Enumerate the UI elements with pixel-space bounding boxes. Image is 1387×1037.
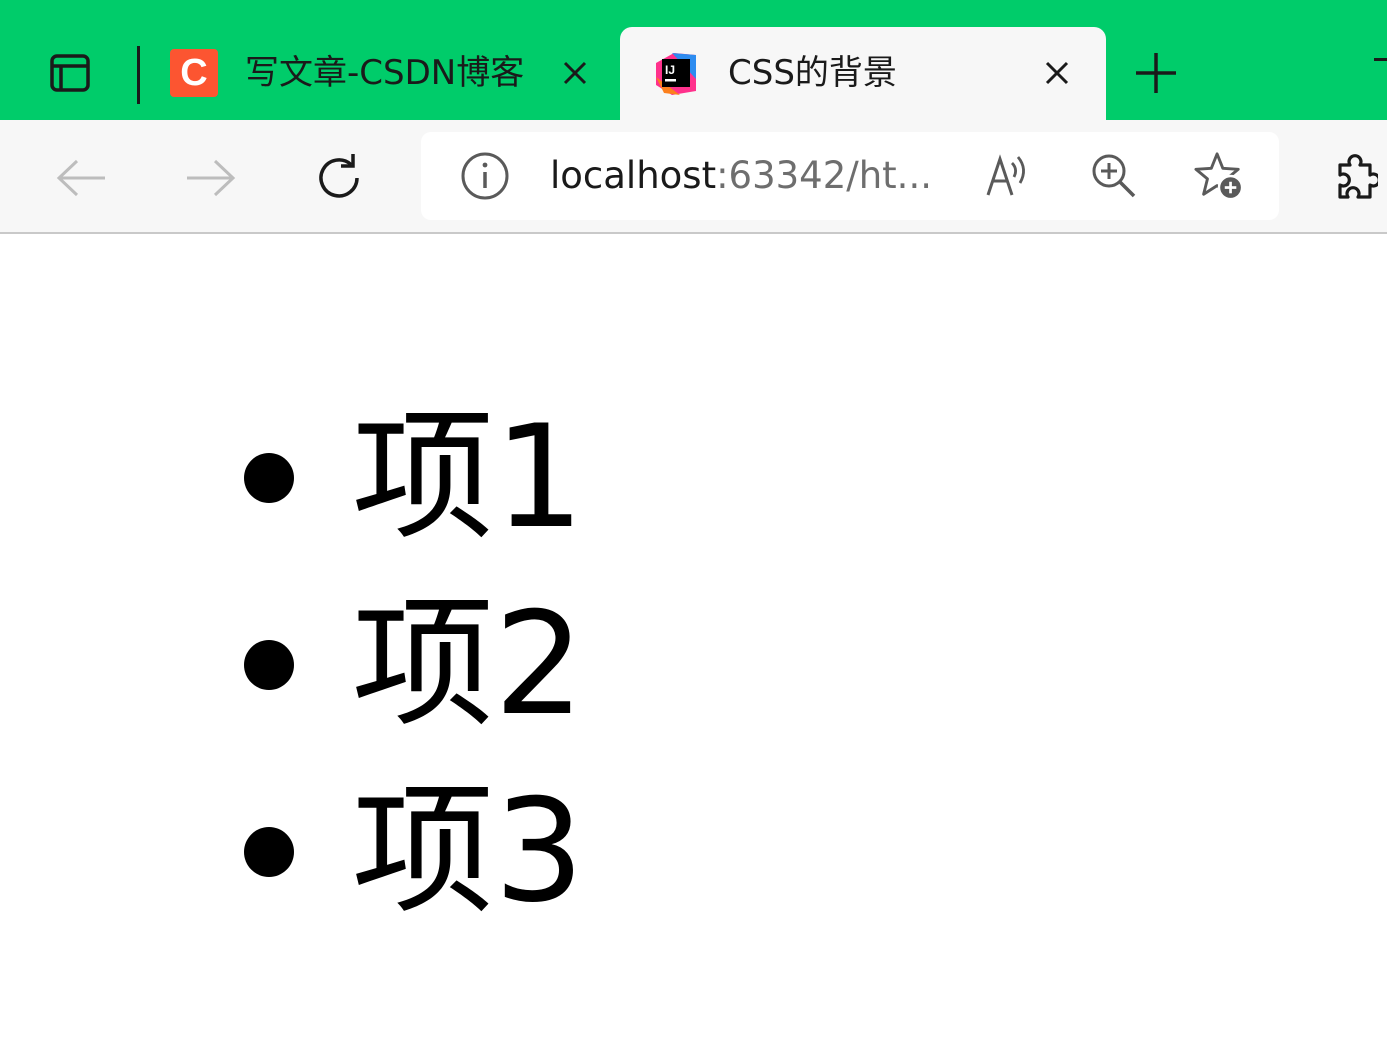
favicon-letter: C	[180, 52, 208, 94]
tab-css-background[interactable]: IJ CSS的背景	[620, 27, 1106, 120]
site-info-button[interactable]	[460, 151, 510, 201]
forward-arrow-icon	[187, 159, 236, 197]
page-content: 项1 项2 项3	[0, 234, 1387, 1037]
back-arrow-icon	[56, 159, 105, 197]
tab-actions-button[interactable]	[40, 44, 100, 102]
plus-icon	[1136, 53, 1176, 93]
intellij-favicon-icon: IJ	[652, 49, 700, 97]
url-path: :63342/ht...	[716, 154, 932, 197]
new-tab-button[interactable]	[1126, 44, 1186, 102]
puzzle-icon	[1338, 154, 1378, 199]
favicon-letter: IJ	[665, 63, 675, 77]
tab-close-button[interactable]	[1035, 51, 1079, 95]
url-host: localhost	[550, 154, 717, 197]
back-button[interactable]	[50, 146, 114, 210]
list-item: 项2	[244, 571, 584, 758]
tab-close-button[interactable]	[553, 51, 597, 95]
tab-title: 写文章-CSDN博客	[245, 53, 525, 93]
refresh-icon	[319, 154, 359, 198]
navigation-toolbar: localhost:63342/ht...	[0, 120, 1387, 234]
zoom-in-icon	[1092, 154, 1136, 198]
tab-strip: C 写文章-CSDN博客 IJ CSS的背景	[0, 0, 1387, 120]
list-item: 项1	[244, 384, 584, 571]
address-bar[interactable]: localhost:63342/ht...	[421, 132, 1279, 220]
close-icon	[1045, 61, 1069, 85]
tab-actions-icon	[50, 54, 90, 92]
bullet-icon	[244, 639, 294, 690]
zoom-button[interactable]	[1089, 151, 1139, 201]
tab-divider	[137, 46, 140, 104]
bullet-list: 项1 项2 项3	[244, 384, 584, 945]
add-favorite-button[interactable]	[1194, 151, 1244, 201]
info-icon	[461, 152, 509, 200]
list-item-text: 项2	[352, 582, 585, 747]
bullet-icon	[244, 826, 294, 877]
list-item: 项3	[244, 758, 584, 945]
csdn-favicon-icon: C	[170, 49, 218, 97]
forward-button[interactable]	[178, 146, 242, 210]
extensions-button[interactable]	[1330, 146, 1387, 210]
tab-title: CSS的背景	[728, 53, 897, 93]
close-icon	[563, 61, 587, 85]
bullet-icon	[244, 452, 294, 503]
add-favorite-icon	[1194, 152, 1244, 201]
refresh-button[interactable]	[307, 146, 371, 210]
tab-csdn[interactable]: C 写文章-CSDN博客	[155, 27, 615, 120]
minimize-button-edge[interactable]	[1374, 58, 1387, 61]
read-aloud-button[interactable]	[984, 151, 1034, 201]
list-item-text: 项3	[352, 769, 585, 934]
list-item-text: 项1	[352, 395, 585, 560]
read-aloud-icon	[986, 154, 1025, 196]
url-text[interactable]: localhost:63342/ht...	[550, 150, 932, 202]
